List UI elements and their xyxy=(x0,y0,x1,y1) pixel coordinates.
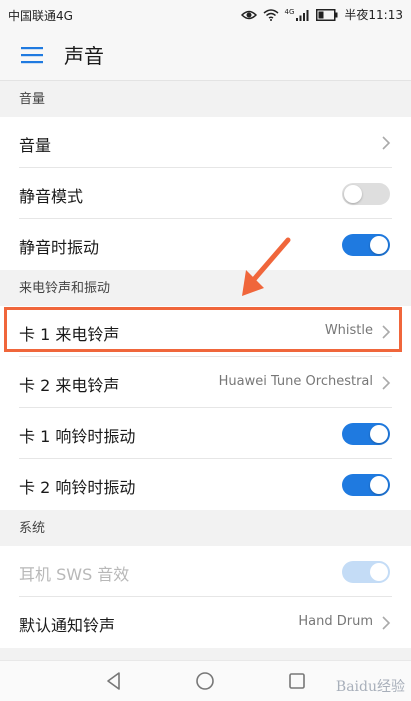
sim2-ringtone-label: 卡 2 来电铃声 xyxy=(19,376,120,395)
sim2-ringtone-row[interactable]: 卡 2 来电铃声 Huawei Tune Orchestral xyxy=(0,357,411,408)
section-header-system: 系统 xyxy=(0,510,411,546)
watermark-logo: Baidu经验 xyxy=(336,676,405,696)
status-icons: 4G 半夜11:13 xyxy=(240,6,403,23)
carrier-label: 中国联通4G xyxy=(8,9,73,23)
wifi-icon xyxy=(263,8,279,21)
sws-effect-row: 耳机 SWS 音效 xyxy=(0,546,411,597)
annotation-arrow-icon xyxy=(242,237,291,296)
chevron-right-icon xyxy=(382,376,391,390)
silent-mode-label: 静音模式 xyxy=(19,187,84,206)
toggle-knob xyxy=(370,476,388,494)
chevron-right-icon xyxy=(382,136,391,150)
sim1-ringtone-row[interactable]: 卡 1 来电铃声 Whistle xyxy=(0,306,411,357)
app-bar: 声音 xyxy=(0,30,411,81)
silent-mode-row[interactable]: 静音模式 xyxy=(0,168,411,219)
sim2-ringtone-value: Huawei Tune Orchestral xyxy=(218,374,373,389)
chevron-right-icon xyxy=(382,616,391,630)
recents-icon[interactable] xyxy=(287,671,307,691)
network-type-label: 4G xyxy=(284,7,295,16)
sim1-ringtone-value: Whistle xyxy=(324,323,373,338)
default-notification-value: Hand Drum xyxy=(298,614,373,629)
watermark-text: Baidu经验 xyxy=(335,679,405,695)
back-icon[interactable] xyxy=(104,671,124,691)
eye-icon xyxy=(240,10,257,19)
clock: 半夜11:13 xyxy=(344,8,403,22)
sws-effect-label: 耳机 SWS 音效 xyxy=(19,565,130,584)
home-icon[interactable] xyxy=(195,671,215,691)
sim2-vibrate-toggle[interactable] xyxy=(342,474,390,496)
battery-icon xyxy=(316,8,338,21)
vibrate-on-silent-row[interactable]: 静音时振动 xyxy=(0,219,411,270)
default-notification-row[interactable]: 默认通知铃声 Hand Drum xyxy=(0,597,411,648)
sim1-vibrate-label: 卡 1 响铃时振动 xyxy=(19,427,136,446)
sws-effect-toggle xyxy=(342,561,390,583)
vibrate-on-silent-label: 静音时振动 xyxy=(19,238,100,257)
default-notification-label: 默认通知铃声 xyxy=(19,616,116,635)
settings-list: 音量 音量 静音模式 静音时振动 来电铃声和振动 卡 1 来电铃声 Whistl… xyxy=(0,81,411,648)
sim1-vibrate-row[interactable]: 卡 1 响铃时振动 xyxy=(0,408,411,459)
toggle-knob xyxy=(344,185,362,203)
section-header-volume: 音量 xyxy=(0,81,411,117)
sim2-vibrate-row[interactable]: 卡 2 响铃时振动 xyxy=(0,459,411,510)
status-bar: 中国联通4G 4G 半夜11:13 xyxy=(0,0,411,30)
sim1-ringtone-label: 卡 1 来电铃声 xyxy=(19,325,120,344)
volume-label: 音量 xyxy=(19,136,52,155)
sim1-vibrate-toggle[interactable] xyxy=(342,423,390,445)
toggle-knob xyxy=(370,425,388,443)
page-title: 声音 xyxy=(64,44,104,68)
toggle-knob xyxy=(370,236,388,254)
silent-mode-toggle[interactable] xyxy=(342,183,390,205)
hamburger-menu-icon[interactable] xyxy=(20,43,44,67)
sim2-vibrate-label: 卡 2 响铃时振动 xyxy=(19,478,136,497)
toggle-knob xyxy=(370,563,388,581)
vibrate-on-silent-toggle[interactable] xyxy=(342,234,390,256)
signal-icon xyxy=(296,9,309,21)
volume-row[interactable]: 音量 xyxy=(0,117,411,168)
chevron-right-icon xyxy=(382,325,391,339)
section-header-ringtone: 来电铃声和振动 xyxy=(0,270,411,306)
